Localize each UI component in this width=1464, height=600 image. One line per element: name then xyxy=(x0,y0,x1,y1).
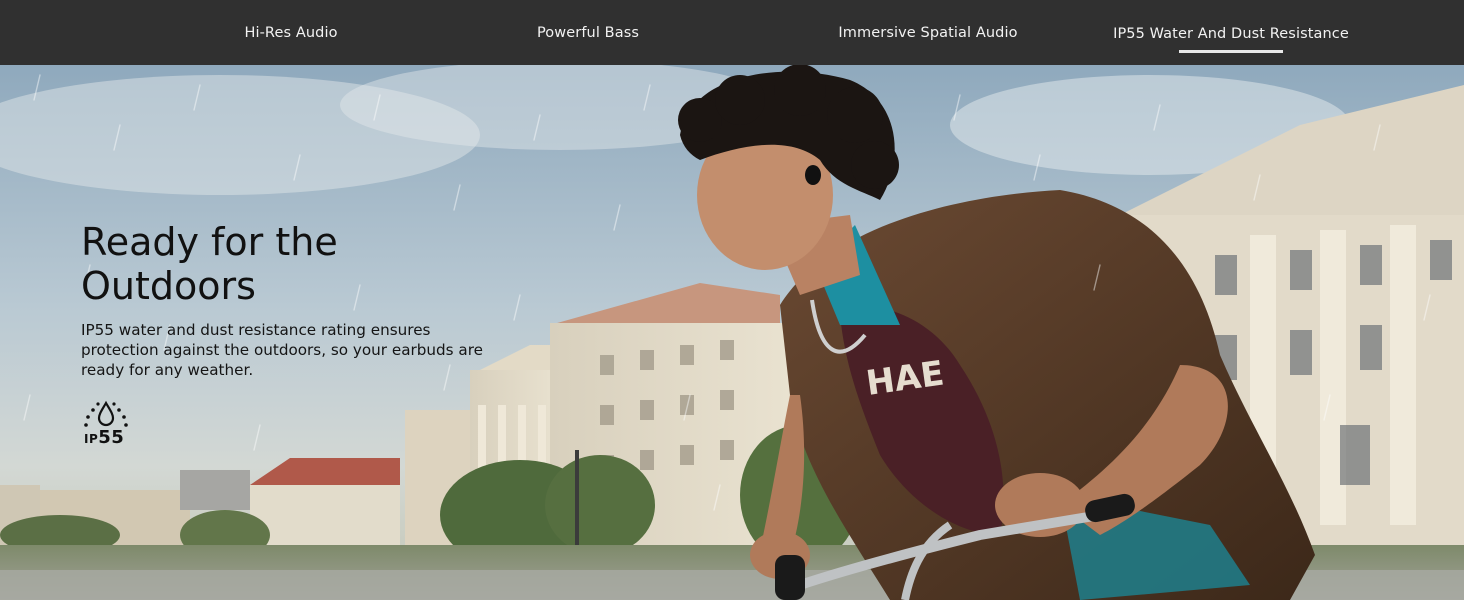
tab-immersive-spatial-audio[interactable]: Immersive Spatial Audio xyxy=(808,0,1048,65)
hero-banner: HAE Ready for the Outdoors IP55 water an… xyxy=(0,65,1464,600)
water-drop-dust-icon xyxy=(84,400,128,427)
page: Hi-Res Audio Powerful Bass Immersive Spa… xyxy=(0,0,1464,600)
feature-tab-bar: Hi-Res Audio Powerful Bass Immersive Spa… xyxy=(0,0,1464,65)
ip55-badge: IP55 xyxy=(80,400,132,450)
ip-rating-label: IP55 xyxy=(84,427,124,448)
tab-hi-res-audio[interactable]: Hi-Res Audio xyxy=(191,0,391,65)
tab-label: Hi-Res Audio xyxy=(244,24,338,41)
ip-prefix: IP xyxy=(84,432,99,446)
headline-line-2: Outdoors xyxy=(81,264,256,308)
hero-headline: Ready for the Outdoors xyxy=(81,220,421,308)
tab-label: IP55 Water And Dust Resistance xyxy=(1113,25,1349,42)
active-tab-underline xyxy=(1179,50,1283,53)
ip-number: 55 xyxy=(98,427,125,448)
hero-description: IP55 water and dust resistance rating en… xyxy=(81,321,483,379)
tab-ip55-water-dust-resistance[interactable]: IP55 Water And Dust Resistance xyxy=(1096,1,1366,66)
tab-label: Immersive Spatial Audio xyxy=(838,24,1018,41)
headline-line-1: Ready for the xyxy=(81,220,338,264)
tab-powerful-bass[interactable]: Powerful Bass xyxy=(488,0,688,65)
tab-label: Powerful Bass xyxy=(536,24,639,41)
